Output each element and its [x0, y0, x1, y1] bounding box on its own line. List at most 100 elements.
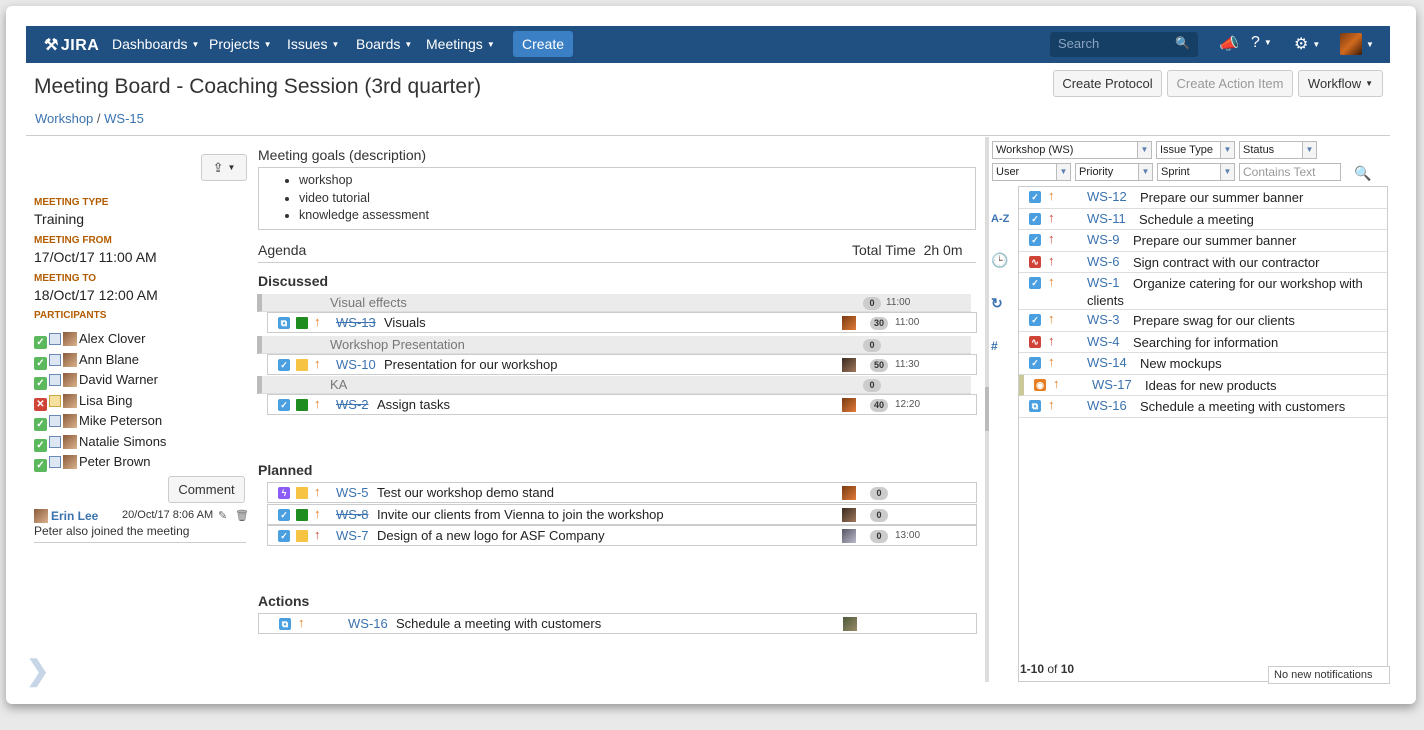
create-action-item-button[interactable]: Create Action Item — [1167, 70, 1293, 97]
issue-key-link[interactable]: WS-16 — [348, 616, 388, 631]
issue-key-link[interactable]: WS-2 — [336, 397, 369, 412]
pagination: 1-10 of 10 — [1020, 662, 1075, 676]
backlog-row[interactable]: ✓ ↑ WS-9 Prepare our summer banner — [1019, 230, 1387, 252]
issue-key-link[interactable]: WS-3 — [1087, 312, 1120, 327]
backlog-row[interactable]: ✓ ↑ WS-14 New mockups — [1019, 353, 1387, 375]
issue-key-link[interactable]: WS-9 — [1087, 232, 1120, 247]
accepted-check-icon: ✓ — [34, 377, 47, 390]
hash-icon[interactable]: # — [991, 339, 998, 353]
agenda-issue-row[interactable]: ⧉ ↑ WS-16 Schedule a meeting with customers — [258, 613, 977, 634]
planned-title: Planned — [258, 462, 313, 478]
settings-gear-icon[interactable]: ⚙ ▼ — [1294, 34, 1320, 54]
agenda-issue-row[interactable]: ✓ ↑ WS-8 Invite our clients from Vienna to … — [267, 503, 977, 525]
issue-key-link[interactable]: WS-4 — [1087, 334, 1120, 349]
issue-key-link[interactable]: WS-14 — [1087, 355, 1127, 370]
create-protocol-button[interactable]: Create Protocol — [1053, 70, 1162, 97]
expand-sidebar-icon[interactable]: ❯ — [26, 654, 49, 686]
create-button[interactable]: Create — [513, 31, 573, 57]
status-filter[interactable]: Status ▼ — [1239, 141, 1317, 159]
issue-summary: Test our workshop demo stand — [377, 485, 555, 500]
issue-key-link[interactable]: WS-17 — [1092, 377, 1132, 392]
backlog-row[interactable]: ⧉ ↑ WS-16 Schedule a meeting with customers — [1019, 396, 1387, 418]
backlog-row[interactable]: ◉ ↑ WS-17 Ideas for new products — [1019, 374, 1387, 396]
splitter-handle[interactable] — [985, 387, 989, 431]
nav-boards[interactable]: Boards ▼ — [356, 36, 412, 52]
agenda-topic-row[interactable]: Workshop Presentation 0 — [257, 336, 971, 354]
jira-logo[interactable]: ⚒ JIRA — [44, 35, 99, 55]
status-icon — [296, 508, 308, 521]
edit-icon[interactable]: ✎ — [218, 509, 227, 522]
participant-item[interactable]: ✓ Ann Blane — [34, 352, 139, 370]
search-input[interactable]: Search 🔍 — [1050, 32, 1198, 57]
feedback-icon[interactable]: 📣 — [1219, 34, 1239, 54]
nav-dashboards[interactable]: Dashboards ▼ — [112, 36, 199, 52]
issue-key-link[interactable]: WS-6 — [1087, 254, 1120, 269]
sort-az-icon[interactable]: A-Z — [991, 213, 1009, 225]
agenda-issue-row[interactable]: ✓ ↑ WS-7 Design of a new logo for ASF Compa… — [267, 525, 977, 546]
search-icon[interactable]: 🔍 — [1354, 165, 1371, 182]
issue-type-filter[interactable]: Issue Type ▼ — [1156, 141, 1235, 159]
nav-issues[interactable]: Issues ▼ — [287, 36, 339, 52]
breadcrumb-issue[interactable]: WS-15 — [104, 111, 144, 126]
issue-key-link[interactable]: WS-12 — [1087, 189, 1127, 204]
issue-key-link[interactable]: WS-11 — [1087, 211, 1126, 226]
backlog-row[interactable]: ∿ ↑ WS-4 Searching for information — [1019, 331, 1387, 353]
priority-filter[interactable]: Priority ▼ — [1075, 163, 1153, 181]
chevron-down-icon: ▼ — [1220, 142, 1234, 158]
nav-projects[interactable]: Projects ▼ — [209, 36, 272, 52]
backlog-row[interactable]: ✓ ↑ WS-3 Prepare swag for our clients — [1019, 310, 1387, 332]
delete-icon[interactable]: 🗑 — [235, 509, 249, 522]
issue-key-link[interactable]: WS-13 — [336, 315, 376, 330]
agenda-topic-row[interactable]: KA 0 — [257, 376, 971, 394]
agenda-issue-row[interactable]: ✓ ↑ WS-2 Assign tasks 40 12:20 — [267, 394, 977, 415]
accepted-check-icon: ✓ — [34, 356, 47, 370]
share-button[interactable]: ⇪ ▼ — [201, 154, 247, 181]
participant-item[interactable]: ✓ Peter Brown — [34, 454, 151, 472]
refresh-icon[interactable]: ↻ — [991, 295, 1003, 312]
panel-splitter[interactable] — [985, 137, 989, 682]
avatar — [34, 509, 48, 523]
help-icon[interactable]: ? ▼ — [1251, 34, 1272, 52]
participant-item[interactable]: ✓ Natalie Simons — [34, 434, 166, 452]
chevron-down-icon: ▼ — [1365, 79, 1374, 88]
backlog-row[interactable]: ✓ ↑ WS-11 Schedule a meeting — [1019, 208, 1387, 230]
agenda-issue-row[interactable]: ϟ ↑ WS-5 Test our workshop demo stand 0 — [267, 482, 977, 503]
backlog-row[interactable]: ✓ ↑ WS-12 Prepare our summer banner — [1019, 187, 1387, 209]
agenda-issue-row[interactable]: ✓ ↑ WS-10 Presentation for our workshop 50 11… — [267, 354, 977, 375]
agenda-topic-row[interactable]: Visual effects 0 11:00 — [257, 294, 971, 312]
agenda-issue-row[interactable]: ⧉ ↑ WS-13 Visuals 30 11:00 — [267, 312, 977, 333]
text-filter-input[interactable]: Contains Text — [1239, 163, 1341, 181]
sprint-filter[interactable]: Sprint ▼ — [1157, 163, 1235, 181]
backlog-row[interactable]: ∿ ↑ WS-6 Sign contract with our contractor — [1019, 251, 1387, 273]
issue-key-link[interactable]: WS-16 — [1087, 398, 1127, 413]
goals-box[interactable]: workshop video tutorial knowledge assess… — [258, 167, 976, 230]
project-filter[interactable]: Workshop (WS) ▼ — [992, 141, 1152, 159]
comment-button[interactable]: Comment — [168, 476, 245, 503]
user-filter[interactable]: User ▼ — [992, 163, 1071, 181]
participant-item[interactable]: ✕ Lisa Bing — [34, 393, 132, 411]
issue-key-link[interactable]: WS-10 — [336, 357, 376, 372]
comment-author[interactable]: Erin Lee — [51, 509, 98, 523]
issue-key-link[interactable]: WS-8 — [336, 507, 369, 522]
backlog-row[interactable]: ✓ ↑ WS-1 Organize catering for our workshop… — [1019, 273, 1387, 310]
avatar — [842, 507, 856, 522]
participant-item[interactable]: ✓ Alex Clover — [34, 331, 145, 349]
participant-item[interactable]: ✓ David Warner — [34, 372, 158, 390]
workflow-button[interactable]: Workflow ▼ — [1298, 70, 1383, 97]
chevron-down-icon[interactable]: ▼ — [1366, 40, 1374, 49]
status-icon — [296, 317, 308, 329]
notifications-panel[interactable]: No new notifications — [1268, 666, 1390, 684]
breadcrumb-project[interactable]: Workshop — [35, 111, 93, 126]
clock-icon[interactable]: 🕒 — [991, 252, 1008, 269]
nav-meetings[interactable]: Meetings ▼ — [426, 36, 495, 52]
status-icon — [296, 487, 308, 499]
participant-name: Ann Blane — [79, 351, 139, 367]
agenda-title: Agenda — [258, 242, 307, 258]
participant-item[interactable]: ✓ Mike Peterson — [34, 413, 162, 431]
backlog-list: ✓ ↑ WS-12 Prepare our summer banner ✓ ↑ WS-11 S… — [1018, 186, 1388, 682]
issue-key-link[interactable]: WS-7 — [336, 528, 369, 543]
user-avatar[interactable] — [1340, 33, 1362, 55]
bug-type-icon: ∿ — [1029, 255, 1041, 268]
issue-summary: Presentation for our workshop — [384, 357, 558, 372]
issue-key-link[interactable]: WS-5 — [336, 485, 369, 500]
